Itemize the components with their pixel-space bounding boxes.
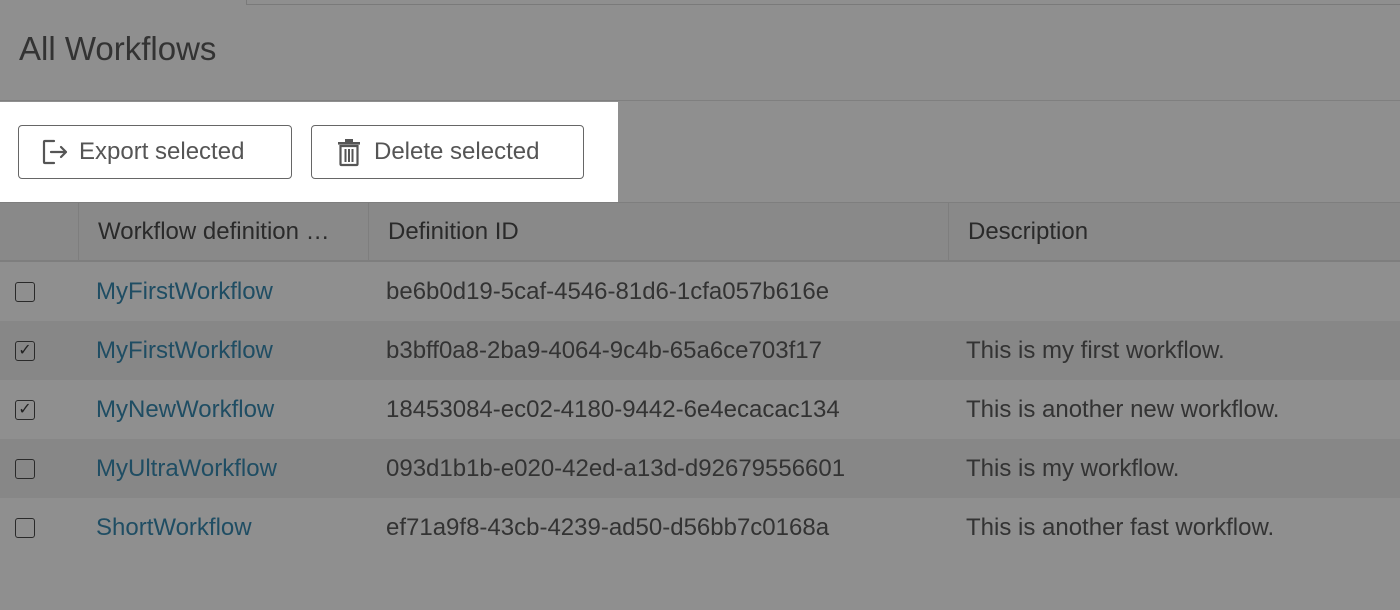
row-checkbox[interactable]: ✓ — [15, 340, 35, 361]
table-row: ShortWorkflow ef71a9f8-43cb-4239-ad50-d5… — [0, 498, 1400, 557]
table-row: ✓ MyNewWorkflow 18453084-ec02-4180-9442-… — [0, 380, 1400, 439]
definition-id: 18453084-ec02-4180-9442-6e4ecacac134 — [386, 395, 840, 423]
header-description[interactable]: Description — [949, 203, 1400, 260]
description: This is another new workflow. — [966, 395, 1280, 423]
header-workflow-definition[interactable]: Workflow definition … — [79, 203, 369, 260]
trash-icon — [336, 137, 364, 167]
delete-selected-button[interactable]: Delete selected — [311, 125, 584, 179]
export-icon — [41, 137, 69, 167]
delete-selected-label: Delete selected — [374, 138, 540, 165]
export-selected-label: Export selected — [79, 138, 245, 165]
table-row: MyFirstWorkflow be6b0d19-5caf-4546-81d6-… — [0, 262, 1400, 321]
workflow-name-link[interactable]: MyFirstWorkflow — [96, 337, 273, 365]
description: This is my workflow. — [966, 454, 1180, 482]
page-title: All Workflows — [19, 30, 217, 67]
divider — [0, 100, 1400, 101]
table-header: Workflow definition … Definition ID Desc… — [0, 202, 1400, 262]
header-select-column — [0, 203, 79, 260]
workflow-name-link[interactable]: MyNewWorkflow — [96, 396, 274, 424]
row-checkbox[interactable] — [15, 458, 35, 479]
workflow-name-link[interactable]: MyFirstWorkflow — [96, 278, 273, 306]
top-input-edge — [246, 0, 1400, 5]
row-checkbox[interactable] — [15, 517, 35, 538]
header-definition-id[interactable]: Definition ID — [369, 203, 949, 260]
definition-id: b3bff0a8-2ba9-4064-9c4b-65a6ce703f17 — [386, 336, 822, 364]
description: This is another fast workflow. — [966, 513, 1275, 541]
table-row: ✓ MyFirstWorkflow b3bff0a8-2ba9-4064-9c4… — [0, 321, 1400, 380]
export-selected-button[interactable]: Export selected — [18, 125, 292, 179]
row-checkbox[interactable] — [15, 281, 35, 302]
definition-id: be6b0d19-5caf-4546-81d6-1cfa057b616e — [386, 277, 830, 305]
description: This is my first workflow. — [966, 336, 1225, 364]
definition-id: 093d1b1b-e020-42ed-a13d-d92679556601 — [386, 454, 846, 482]
table-row: MyUltraWorkflow 093d1b1b-e020-42ed-a13d-… — [0, 439, 1400, 498]
workflows-table: Workflow definition … Definition ID Desc… — [0, 202, 1400, 557]
definition-id: ef71a9f8-43cb-4239-ad50-d56bb7c0168a — [386, 513, 830, 541]
description — [949, 262, 1400, 321]
row-checkbox[interactable]: ✓ — [15, 399, 35, 420]
workflow-name-link[interactable]: MyUltraWorkflow — [96, 455, 277, 483]
workflow-name-link[interactable]: ShortWorkflow — [96, 514, 252, 542]
